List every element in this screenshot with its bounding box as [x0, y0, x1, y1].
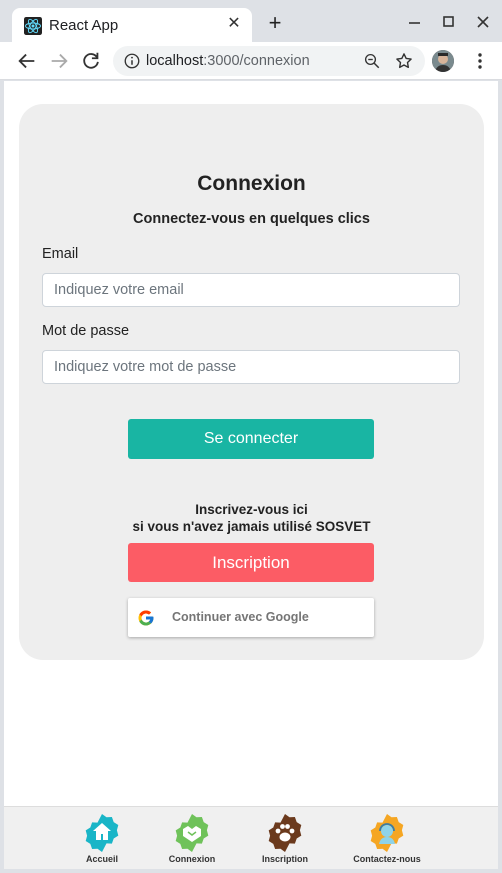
tab-title: React App [49, 17, 119, 34]
url-path: :3000/connexion [203, 53, 310, 69]
reload-icon[interactable] [80, 50, 102, 72]
handshake-icon [175, 814, 209, 852]
password-field[interactable] [42, 350, 460, 384]
browser-tab[interactable]: React App ✕ [12, 8, 252, 42]
url-text: localhost:3000/connexion [146, 53, 310, 69]
browser-titlebar: React App ✕ + [0, 0, 502, 42]
signup-prompt: Inscrivez-vous ici si vous n'avez jamais… [19, 501, 484, 535]
bottom-navigation: Accueil Connexion Inscription Contactez-… [4, 806, 498, 869]
nav-label-inscription: Inscription [261, 854, 308, 864]
password-label: Mot de passe [42, 323, 130, 339]
profile-avatar[interactable] [432, 50, 454, 72]
nav-item-accueil[interactable]: Accueil [62, 813, 142, 868]
nav-label-accueil: Accueil [85, 854, 118, 864]
back-arrow-icon[interactable] [16, 50, 38, 72]
zoom-out-icon[interactable] [363, 52, 381, 70]
browser-toolbar: localhost:3000/connexion [0, 42, 502, 80]
tab-close-icon[interactable]: ✕ [224, 14, 244, 34]
minimize-icon[interactable] [405, 12, 425, 32]
signup-prompt-line2: si vous n'avez jamais utilisé SOSVET [132, 519, 371, 534]
nav-label-connexion: Connexion [168, 854, 216, 864]
more-menu-icon[interactable] [470, 51, 490, 71]
signup-button[interactable]: Inscription [128, 543, 374, 582]
nav-item-inscription[interactable]: Inscription [245, 813, 325, 868]
page-viewport: Connexion Connectez-vous en quelques cli… [4, 81, 498, 806]
support-agent-icon [370, 814, 404, 852]
address-bar[interactable]: localhost:3000/connexion [113, 46, 425, 76]
window-close-icon[interactable] [473, 12, 493, 32]
login-button[interactable]: Se connecter [128, 419, 374, 459]
info-icon[interactable] [123, 52, 141, 70]
forward-arrow-icon[interactable] [48, 50, 70, 72]
signup-prompt-line1: Inscrivez-vous ici [195, 502, 308, 517]
nav-item-contact[interactable]: Contactez-nous [347, 813, 427, 868]
nav-item-connexion[interactable]: Connexion [152, 813, 232, 868]
bookmark-star-icon[interactable] [394, 51, 414, 71]
email-field[interactable] [42, 273, 460, 307]
paw-icon [268, 814, 302, 852]
maximize-icon[interactable] [439, 12, 459, 32]
page-title: Connexion [197, 172, 306, 195]
react-logo-icon [24, 17, 42, 35]
page-subtitle: Connectez-vous en quelques clics [133, 211, 370, 227]
google-button-label: Continuer avec Google [172, 610, 309, 624]
home-icon [85, 814, 119, 852]
new-tab-icon[interactable]: + [264, 12, 286, 35]
google-logo-icon [138, 610, 154, 626]
google-signin-button[interactable]: Continuer avec Google [128, 598, 374, 637]
url-host: localhost [146, 53, 204, 69]
email-label: Email [42, 246, 79, 262]
login-card: Connexion Connectez-vous en quelques cli… [19, 104, 484, 660]
nav-label-contact: Contactez-nous [353, 854, 421, 864]
